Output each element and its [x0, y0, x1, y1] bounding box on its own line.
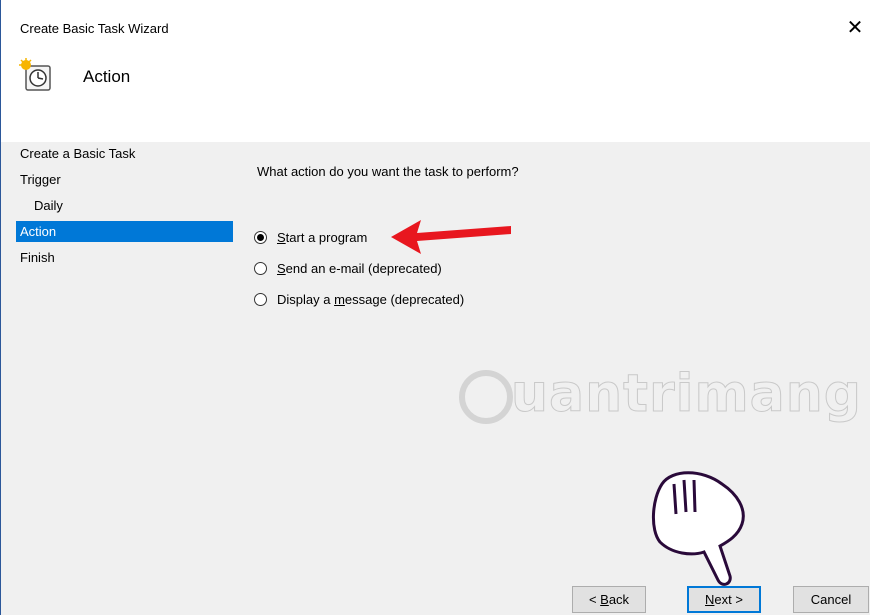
- step-finish[interactable]: Finish: [16, 247, 233, 268]
- window-title: Create Basic Task Wizard: [20, 21, 169, 36]
- step-daily[interactable]: Daily: [16, 195, 233, 216]
- step-action[interactable]: Action: [16, 221, 233, 242]
- radio-start-program[interactable]: Start a program: [254, 227, 367, 247]
- radio-send-email[interactable]: Send an e-mail (deprecated): [254, 258, 442, 278]
- watermark-logo: uantrimang: [459, 362, 861, 442]
- radio-button[interactable]: [254, 261, 267, 275]
- red-arrow-annotation: [391, 220, 511, 254]
- radio-display-message[interactable]: Display a message (deprecated): [254, 289, 464, 309]
- radio-button-checked[interactable]: [254, 230, 267, 244]
- step-trigger[interactable]: Trigger: [16, 169, 233, 190]
- pointing-hand-icon: [651, 471, 745, 586]
- step-create-basic-task[interactable]: Create a Basic Task: [16, 143, 233, 164]
- title-bar[interactable]: Create Basic Task Wizard ✕: [1, 0, 870, 39]
- radio-label: Display a message (deprecated): [277, 291, 465, 307]
- close-icon: ✕: [846, 17, 864, 39]
- wizard-window: Create Basic Task Wizard ✕ Action Create…: [0, 0, 870, 615]
- back-button[interactable]: < Back: [572, 586, 646, 613]
- next-button[interactable]: Next >: [687, 586, 761, 613]
- cancel-button[interactable]: Cancel: [793, 586, 869, 613]
- wizard-header: Action: [1, 38, 870, 142]
- watermark-text: uantrimang: [511, 364, 862, 425]
- wizard-content: Create a Basic Task Trigger Daily Action…: [1, 142, 870, 615]
- radio-label: Send an e-mail (deprecated): [277, 260, 442, 276]
- action-prompt: What action do you want the task to perf…: [257, 164, 519, 179]
- radio-button[interactable]: [254, 292, 267, 306]
- lightbulb-icon: [459, 370, 513, 424]
- task-scheduler-clock-icon: [19, 58, 51, 91]
- page-title: Action: [83, 67, 131, 86]
- radio-label: Start a program: [277, 229, 368, 245]
